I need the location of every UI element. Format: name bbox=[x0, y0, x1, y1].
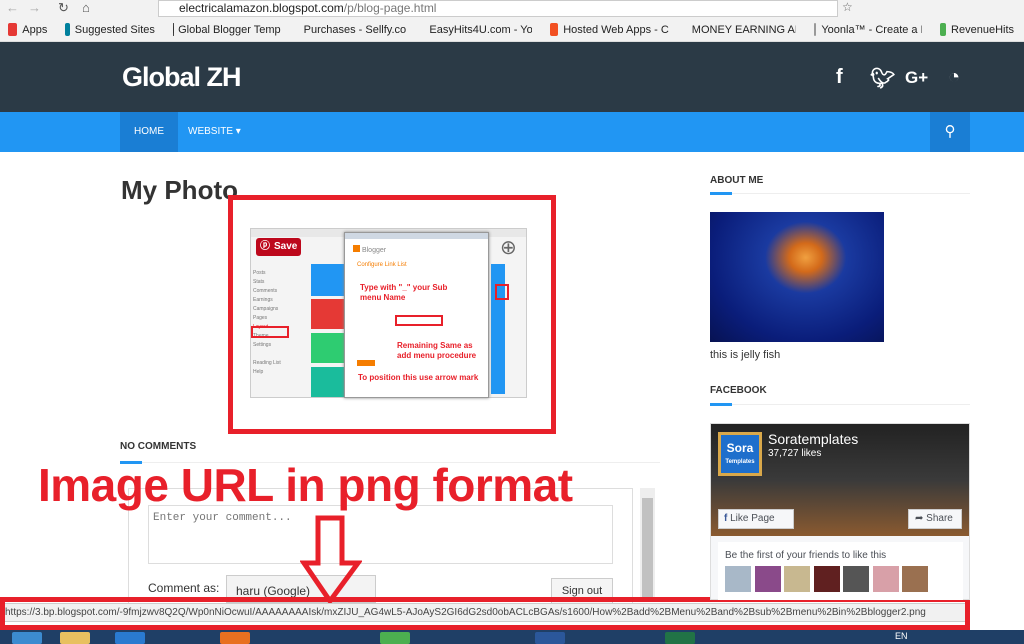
configure-link-list-dialog: Blogger Configure Link List Type with "_… bbox=[344, 232, 489, 398]
bookmark-label: Hosted Web Apps - C bbox=[563, 23, 669, 36]
taskbar-firefox[interactable] bbox=[220, 632, 250, 644]
language-indicator[interactable]: EN bbox=[895, 631, 908, 641]
heading-accent bbox=[710, 192, 732, 195]
share-label: Share bbox=[926, 513, 953, 524]
pinterest-save-button[interactable]: ⓟ Save bbox=[256, 238, 301, 256]
bookmarks-bar: Apps Suggested Sites Global Blogger Temp… bbox=[0, 18, 1024, 42]
bookmark-yoonla[interactable]: Yoonla™ - Create a Li bbox=[814, 23, 922, 36]
logo-text: Sora bbox=[726, 441, 754, 455]
about-caption: this is jelly fish bbox=[710, 349, 781, 361]
bookmark-label: Purchases - Sellfy.con bbox=[303, 23, 407, 36]
windows-taskbar bbox=[0, 630, 1024, 644]
taskbar-excel[interactable] bbox=[665, 632, 695, 644]
bookmark-global-blogger[interactable]: Global Blogger Temp bbox=[172, 23, 281, 36]
comment-input[interactable] bbox=[148, 505, 613, 564]
dialog-title: Configure Link List bbox=[357, 262, 407, 268]
bookmark-label: Apps bbox=[22, 23, 48, 36]
divider bbox=[710, 193, 970, 194]
annotation-1: Type with "_" your Sub menu Name bbox=[360, 283, 448, 302]
rss-icon[interactable]: ◔ bbox=[948, 66, 960, 89]
nav-website[interactable]: WEBSITE ▾ bbox=[174, 112, 255, 152]
twitter-icon[interactable]: 🐦︎ bbox=[870, 66, 895, 91]
taskbar-ie[interactable] bbox=[115, 632, 145, 644]
bookmark-sellfy[interactable]: Purchases - Sellfy.con bbox=[299, 23, 407, 36]
annotation-3: To position this use arrow mark bbox=[358, 373, 479, 382]
taskbar-explorer[interactable] bbox=[60, 632, 90, 644]
check-icon bbox=[940, 23, 947, 36]
comment-as-label: Comment as: bbox=[148, 581, 220, 595]
dialog-brand: Blogger bbox=[361, 247, 387, 254]
bookmark-money-earning[interactable]: MONEY EARNING AF bbox=[687, 23, 797, 36]
bookmark-revenuehits[interactable]: RevenueHits bbox=[940, 23, 1014, 36]
divider bbox=[710, 404, 970, 405]
bookmark-easyhits[interactable]: EasyHits4U.com - You bbox=[424, 23, 532, 36]
apps-icon bbox=[8, 23, 18, 36]
save-label: Save bbox=[274, 241, 298, 252]
home-icon[interactable]: ⌂ bbox=[82, 0, 90, 15]
like-label: Like Page bbox=[730, 513, 775, 524]
friend-avatar[interactable] bbox=[902, 566, 928, 592]
comments-heading: NO COMMENTS bbox=[120, 441, 197, 452]
start-button[interactable] bbox=[12, 632, 42, 644]
fb-page-name[interactable]: Soratemplates bbox=[768, 431, 858, 447]
facebook-heading: FACEBOOK bbox=[710, 385, 767, 396]
pinterest-icon: ⓟ bbox=[260, 241, 270, 252]
facebook-icon[interactable]: f bbox=[836, 66, 843, 89]
scrollbar-thumb[interactable] bbox=[642, 498, 653, 598]
search-button[interactable]: ⚲ bbox=[930, 112, 970, 152]
friend-avatar[interactable] bbox=[873, 566, 899, 592]
windows-icon bbox=[550, 23, 559, 36]
taskbar-chrome[interactable] bbox=[380, 632, 410, 644]
fb-share-button[interactable]: ➦ Share bbox=[908, 509, 962, 529]
forward-icon[interactable]: → bbox=[28, 0, 41, 15]
about-image bbox=[710, 212, 884, 342]
bookmark-label: RevenueHits bbox=[951, 23, 1015, 36]
bookmark-hosted-web-apps[interactable]: Hosted Web Apps - C bbox=[550, 23, 669, 36]
fb-likes: 37,727 likes bbox=[768, 448, 822, 459]
bookmark-label: Suggested Sites bbox=[74, 23, 155, 36]
bookmark-label: Yoonla™ - Create a Li bbox=[821, 23, 923, 36]
annotation-2: Remaining Same as add menu procedure bbox=[397, 341, 477, 360]
annotation-box-url bbox=[0, 597, 970, 630]
share-icon: ➦ bbox=[915, 513, 924, 524]
expand-icon[interactable]: ⊕ bbox=[500, 235, 517, 260]
bookmark-label: MONEY EARNING AF bbox=[691, 23, 797, 36]
friend-avatar[interactable] bbox=[755, 566, 781, 592]
friend-avatar[interactable] bbox=[814, 566, 840, 592]
bookmark-label: EasyHits4U.com - You bbox=[429, 23, 533, 36]
taskbar-word[interactable] bbox=[535, 632, 565, 644]
fb-page-logo[interactable]: Sora Templates bbox=[718, 432, 762, 476]
friend-avatar[interactable] bbox=[843, 566, 869, 592]
bookmark-suggested-sites[interactable]: Suggested Sites bbox=[65, 23, 155, 36]
address-bar[interactable]: electricalamazon.blogspot.com/p/blog-pag… bbox=[158, 0, 838, 17]
nav-home[interactable]: HOME bbox=[120, 112, 178, 152]
facebook-icon: f bbox=[724, 513, 728, 524]
bookmark-apps[interactable]: Apps bbox=[8, 23, 47, 36]
url-path: /p/blog-page.html bbox=[343, 1, 437, 15]
bookmark-label: Global Blogger Temp bbox=[178, 23, 281, 36]
friend-avatar[interactable] bbox=[784, 566, 810, 592]
site-logo[interactable]: Global ZH bbox=[122, 62, 241, 93]
bing-icon bbox=[65, 23, 70, 36]
google-plus-icon[interactable]: G+ bbox=[905, 68, 928, 88]
page-icon bbox=[814, 23, 817, 36]
fb-friends-text: Be the first of your friends to like thi… bbox=[725, 550, 887, 561]
down-arrow-icon bbox=[300, 515, 362, 605]
friend-avatar[interactable] bbox=[725, 566, 751, 592]
annotation-overlay-text: Image URL in png format bbox=[38, 459, 573, 511]
page-title: My Photo bbox=[121, 175, 238, 205]
search-icon: ⚲ bbox=[944, 123, 956, 140]
about-heading: ABOUT ME bbox=[710, 175, 764, 186]
heading-accent bbox=[710, 403, 732, 406]
back-icon[interactable]: ← bbox=[6, 0, 19, 15]
reload-icon[interactable]: ↻ bbox=[58, 0, 69, 16]
logo-text: Templates bbox=[725, 459, 755, 465]
star-icon[interactable]: ☆ bbox=[842, 0, 853, 14]
fb-like-button[interactable]: f Like Page bbox=[718, 509, 794, 529]
url-host: electricalamazon.blogspot.com bbox=[179, 1, 344, 15]
